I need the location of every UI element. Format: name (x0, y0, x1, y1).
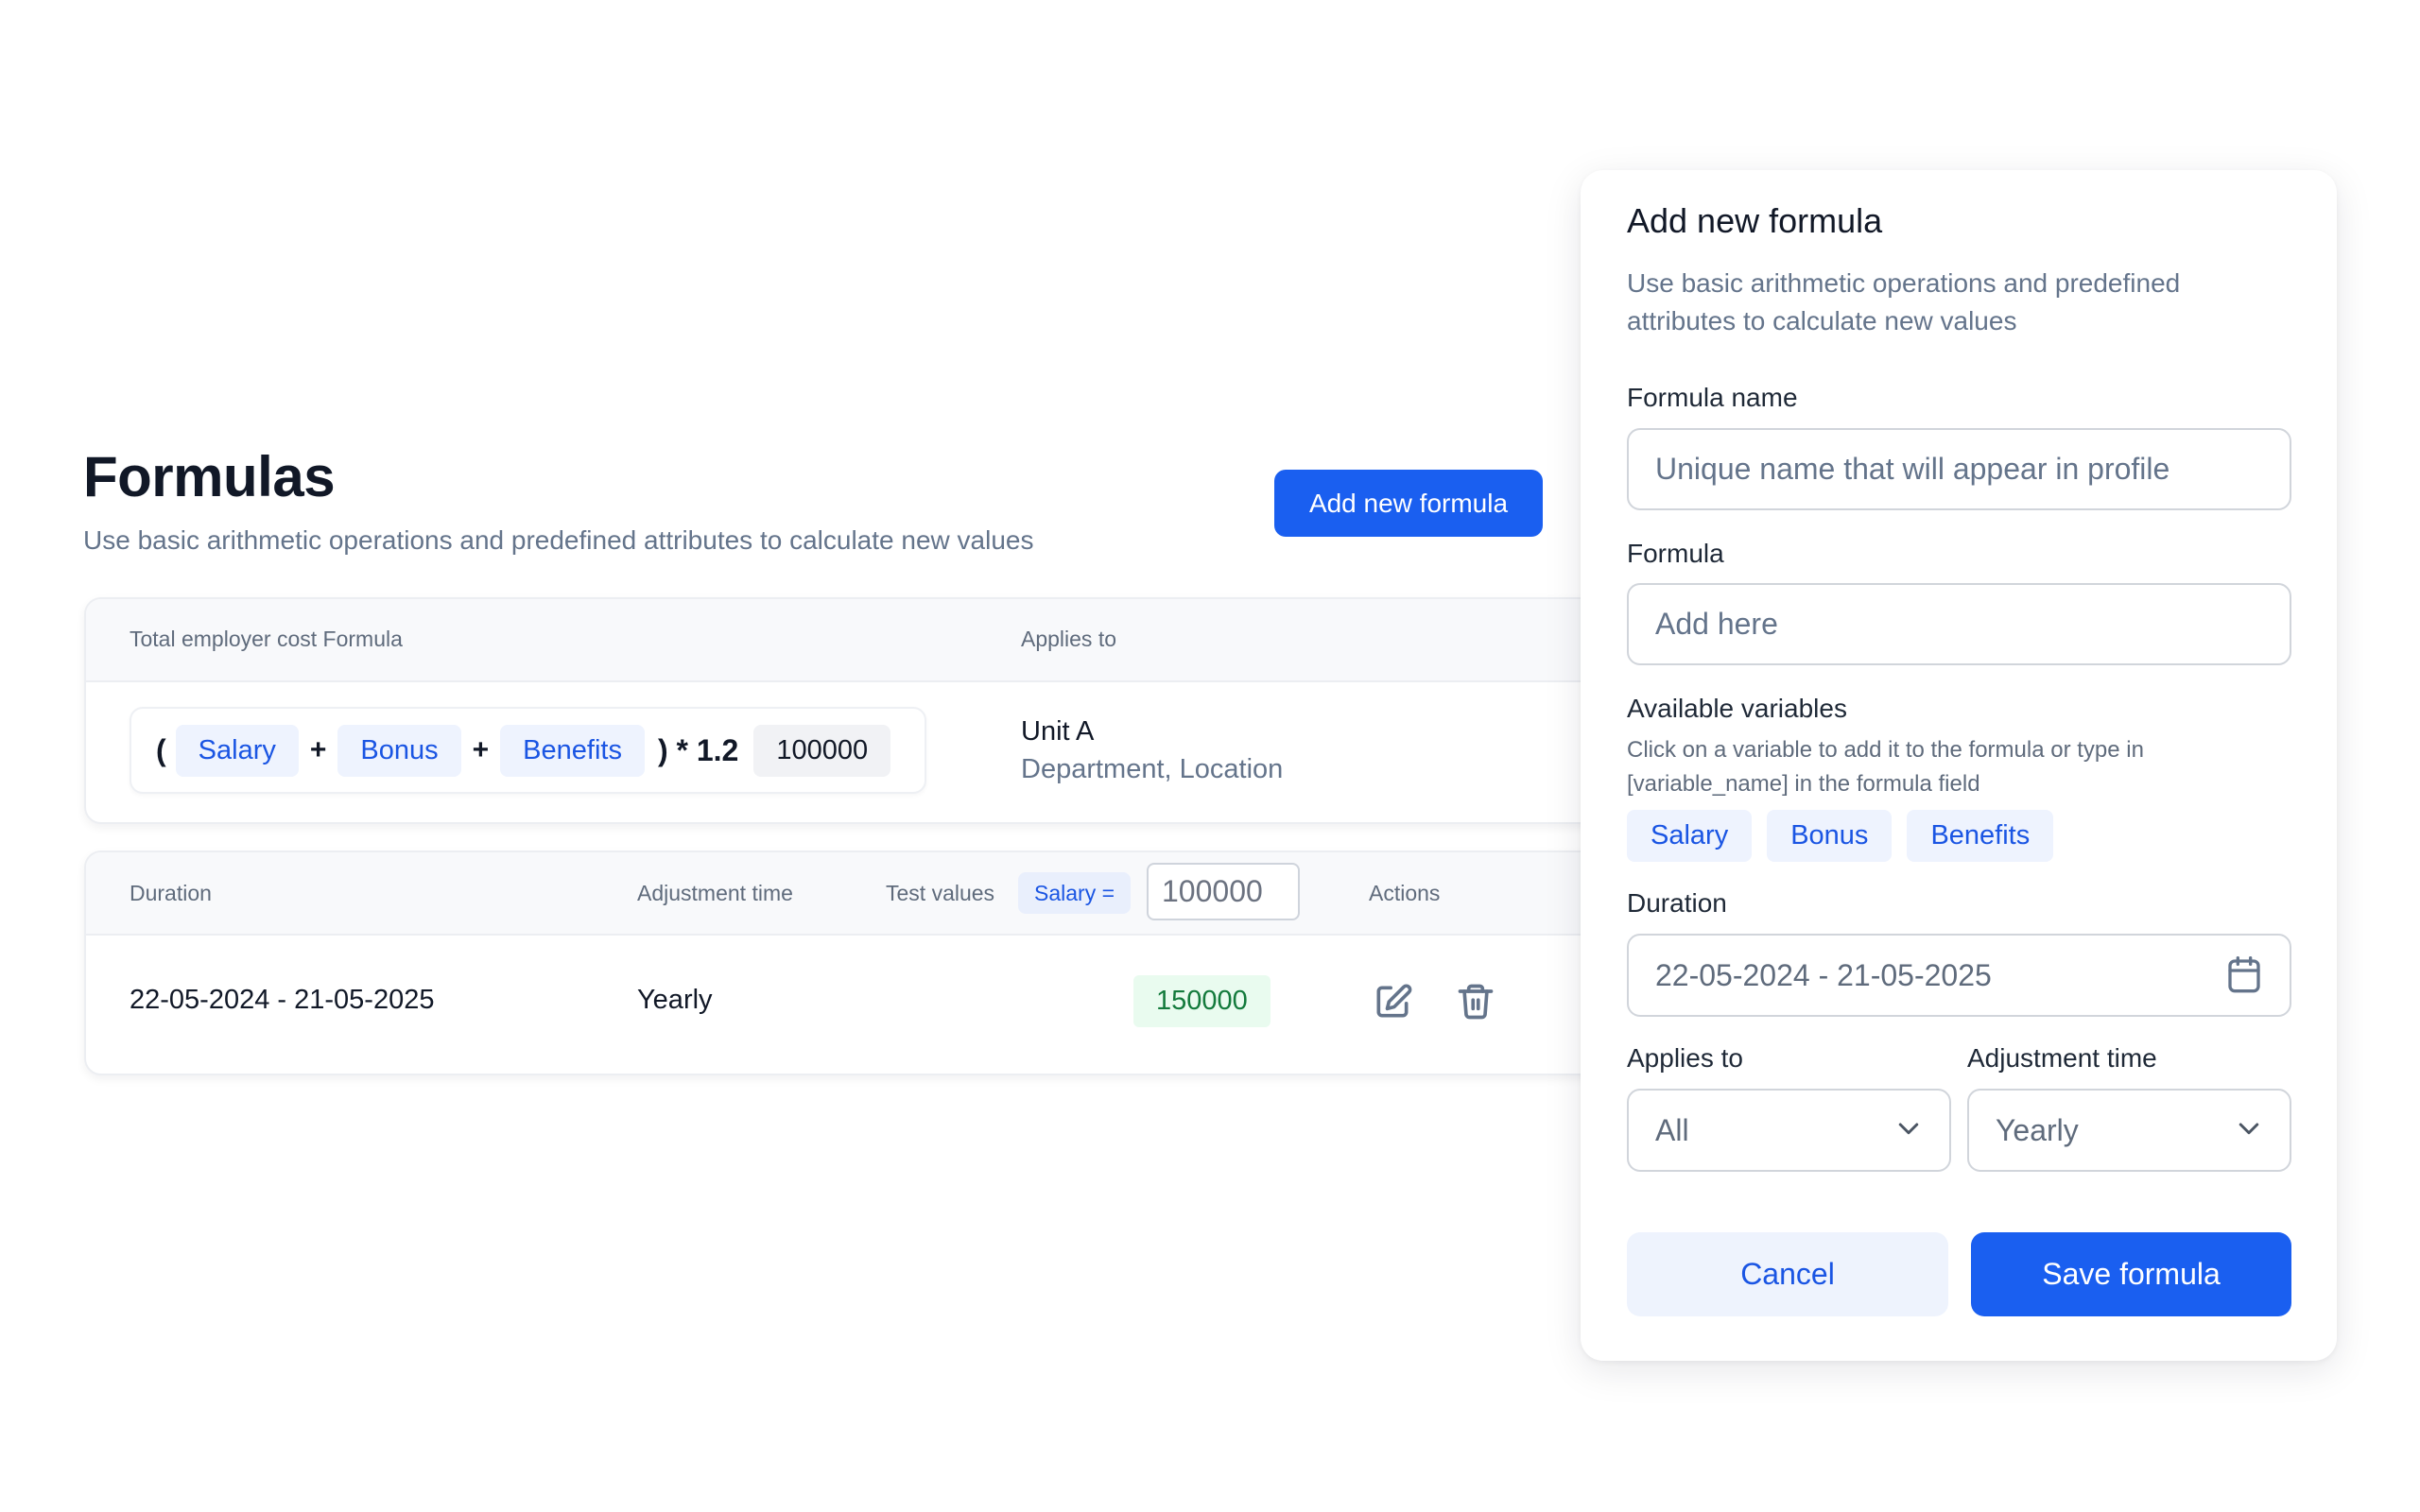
column-header-duration: Duration (130, 881, 212, 905)
add-new-formula-button[interactable]: Add new formula (1274, 470, 1543, 537)
schedule-table: Duration Adjustment time Test values Sal… (84, 850, 1619, 1075)
column-header-adjustment-time: Adjustment time (637, 881, 793, 905)
column-header-test-values: Test values (886, 881, 995, 905)
available-variables-label: Available variables (1627, 694, 1847, 723)
formula-expression: ( Salary + Bonus + Benefits ) * 1.2 1000… (130, 707, 926, 794)
adjustment-time-select[interactable]: Yearly (1967, 1089, 2291, 1172)
chevron-down-icon (1894, 1115, 1923, 1143)
panel-title: Add new formula (1627, 201, 1883, 240)
duration-value: 22-05-2024 - 21-05-2025 (130, 985, 435, 1015)
formula-table: Total employer cost Formula Applies to (… (84, 597, 1619, 824)
chevron-down-icon (2235, 1115, 2263, 1143)
schedule-table-header: Duration Adjustment time Test values Sal… (86, 852, 1617, 936)
available-variables-help: Click on a variable to add it to the for… (1627, 737, 2144, 797)
operator-plus: + (309, 734, 327, 765)
applies-to-selected: All (1655, 1113, 1689, 1147)
applies-to-label: Applies to (1627, 1043, 1743, 1073)
formula-name-input[interactable] (1627, 428, 2291, 510)
page-subtitle: Use basic arithmetic operations and pred… (83, 525, 1034, 555)
duration-date-value: 22-05-2024 - 21-05-2025 (1655, 958, 1992, 992)
test-result-badge: 150000 (1133, 975, 1270, 1027)
formula-label: Formula (1627, 539, 1724, 568)
multiplier: ) * 1.2 (657, 732, 739, 767)
add-formula-panel: Add new formula Use basic arithmetic ope… (1581, 170, 2337, 1361)
save-formula-button[interactable]: Save formula (1971, 1232, 2291, 1316)
duration-date-picker[interactable]: 22-05-2024 - 21-05-2025 (1627, 934, 2291, 1017)
applies-to-detail: Department, Location (1021, 754, 1284, 784)
formula-value-chip: 100000 (753, 724, 891, 777)
column-header-formula: Total employer cost Formula (130, 627, 403, 651)
formula-variable-chip[interactable]: Salary (175, 724, 299, 777)
adjustment-time-value: Yearly (637, 985, 713, 1015)
open-paren: ( (156, 732, 166, 767)
adjustment-time-selected: Yearly (1996, 1113, 2079, 1147)
formula-input[interactable] (1627, 583, 2291, 665)
formula-table-header: Total employer cost Formula Applies to (86, 599, 1617, 682)
test-value-input[interactable] (1147, 863, 1300, 920)
calendar-icon[interactable] (2225, 954, 2263, 996)
operator-plus: + (472, 734, 490, 765)
formula-variable-chip[interactable]: Bonus (337, 724, 461, 777)
applies-to-select[interactable]: All (1627, 1089, 1951, 1172)
panel-subtitle: Use basic arithmetic operations and pred… (1627, 268, 2181, 335)
variable-chip-list: Salary Bonus Benefits (1627, 810, 2054, 862)
trash-icon[interactable] (1455, 981, 1496, 1022)
variable-chip-salary[interactable]: Salary (1627, 810, 1753, 862)
page-title: Formulas (83, 445, 336, 508)
variable-chip-benefits[interactable]: Benefits (1907, 810, 2054, 862)
cancel-button[interactable]: Cancel (1627, 1232, 1948, 1316)
formula-variable-chip[interactable]: Benefits (500, 724, 645, 777)
formula-name-label: Formula name (1627, 383, 1798, 412)
column-header-applies-to: Applies to (1021, 627, 1117, 651)
test-variable-chip: Salary = (1018, 872, 1132, 914)
variable-chip-bonus[interactable]: Bonus (1767, 810, 1893, 862)
adjustment-time-label: Adjustment time (1967, 1043, 2157, 1073)
column-header-actions: Actions (1369, 881, 1441, 905)
edit-icon[interactable] (1372, 981, 1413, 1022)
applies-to-title: Unit A (1021, 716, 1095, 747)
duration-label: Duration (1627, 888, 1727, 918)
